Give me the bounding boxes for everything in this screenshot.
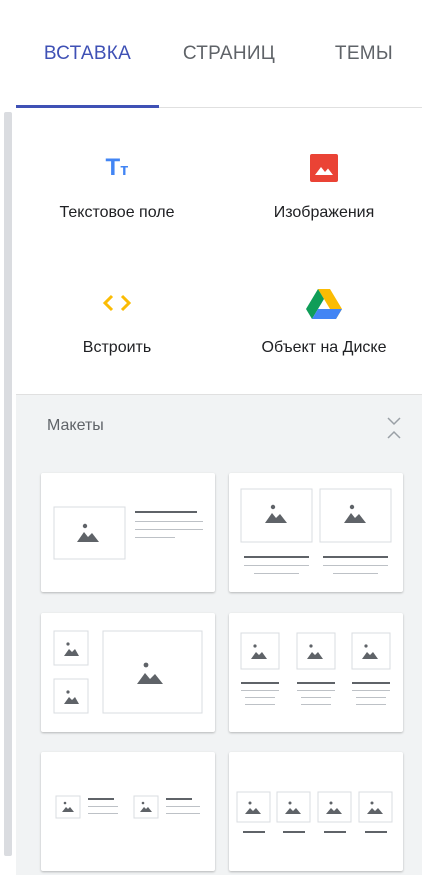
insert-panel: ВСТАВКА СТРАНИЦ ТЕМЫ Tт Текстовое поле И…: [16, 0, 422, 876]
scrollbar[interactable]: [0, 0, 16, 876]
scrollbar-thumb[interactable]: [4, 112, 12, 856]
layout-three-images[interactable]: [229, 613, 403, 732]
image-icon: [310, 148, 338, 188]
tab-insert[interactable]: ВСТАВКА: [16, 0, 159, 108]
layout-four-images[interactable]: [229, 752, 403, 871]
layouts-title: Макеты: [47, 417, 104, 434]
layouts-section: Макеты: [16, 395, 422, 875]
tab-themes[interactable]: ТЕМЫ: [306, 0, 422, 108]
layout-image-left-text[interactable]: [41, 473, 215, 592]
embed-icon: [101, 283, 133, 323]
text-box-icon: Tт: [105, 154, 129, 181]
tab-bar: ВСТАВКА СТРАНИЦ ТЕМЫ: [16, 0, 422, 108]
layout-two-image-text[interactable]: [41, 752, 215, 871]
collapse-chevron-icon[interactable]: [386, 415, 402, 441]
drive-button[interactable]: Объект на Диске: [234, 283, 414, 357]
layout-two-images[interactable]: [229, 473, 403, 592]
layout-image-grid-large[interactable]: [41, 613, 215, 732]
google-drive-icon: [306, 283, 342, 323]
text-box-button[interactable]: Tт Текстовое поле: [27, 148, 207, 222]
tab-pages[interactable]: СТРАНИЦ: [159, 0, 299, 108]
embed-button[interactable]: Встроить: [27, 283, 207, 357]
insert-options: Tт Текстовое поле Изображения Встроить О…: [16, 108, 422, 395]
images-button[interactable]: Изображения: [234, 148, 414, 222]
